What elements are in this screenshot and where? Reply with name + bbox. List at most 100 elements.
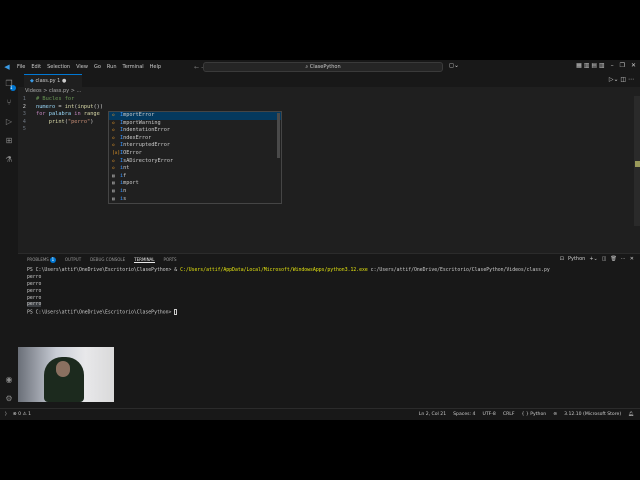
- code-editor[interactable]: 1 # Bucles for 2 numero = int(input()) 3 for …: [18, 96, 103, 134]
- terminal-shell-label[interactable]: Python: [568, 256, 585, 262]
- panel-tab-label: OUTPUT: [64, 257, 82, 262]
- run-debug-icon[interactable]: ▷: [0, 112, 18, 131]
- suggestion-label: f: [123, 172, 127, 179]
- breadcrumb[interactable]: Videos > class.py > ...: [25, 88, 81, 94]
- account-icon[interactable]: ◉: [0, 370, 18, 389]
- split-editor-icon[interactable]: ◫: [620, 76, 626, 83]
- menu-terminal[interactable]: Terminal: [123, 64, 144, 70]
- keyword-icon: ▤: [112, 181, 115, 187]
- python-interpreter[interactable]: 3.12.10 (Microsoft Store): [564, 412, 621, 417]
- source-control-icon[interactable]: ⑂: [0, 93, 18, 112]
- encoding[interactable]: UTF-8: [482, 412, 495, 417]
- code-token: # Bucles for: [36, 96, 75, 102]
- terminal-icon: ⊡: [559, 256, 564, 262]
- restore-button[interactable]: ❐: [620, 62, 625, 69]
- code-line[interactable]: 2 numero = int(input()): [18, 104, 103, 112]
- code-line[interactable]: 3 for palabra in range: [18, 111, 103, 119]
- activity-bar: ❐ 1 ⑂ ▷ ⊞ ⚗ ◉ ⚙: [0, 74, 18, 408]
- indentation[interactable]: Spaces: 4: [453, 412, 475, 417]
- unsaved-dot-icon[interactable]: ●: [62, 78, 66, 84]
- panel-actions: ⊡ Python +⌄ ◫ 🗑 ⋯ ✕: [560, 256, 634, 262]
- code-token: for: [36, 111, 49, 118]
- terminal-output-line: perro: [27, 288, 42, 294]
- panel-tab-output[interactable]: OUTPUT: [65, 257, 81, 263]
- class-icon: ◇: [112, 143, 115, 149]
- line-number: 4: [22, 118, 26, 125]
- terminal-output-line: perro: [27, 274, 42, 280]
- terminal-output[interactable]: PS C:\Users\attif\OneDrive\Escritorio\Cl…: [27, 268, 550, 316]
- terminal-prompt: PS C:\Users\attif\OneDrive\Escritorio\Cl…: [27, 268, 175, 273]
- suggestion-label: ndexError: [123, 134, 152, 141]
- suggestion-item[interactable]: ◇ IndentationError: [109, 127, 281, 135]
- more-actions-icon[interactable]: ⋯: [628, 76, 634, 83]
- more-icon[interactable]: ⋯: [621, 256, 626, 262]
- menu-edit[interactable]: Edit: [31, 64, 41, 70]
- terminal-prompt: PS C:\Users\attif\OneDrive\Escritorio\Cl…: [27, 310, 175, 316]
- suggestion-label: nterruptedError: [123, 142, 170, 149]
- minimize-button[interactable]: –: [611, 62, 614, 69]
- command-center-search[interactable]: ⌕ ClasePython: [203, 62, 443, 72]
- panel-tabs: PROBLEMS 1 OUTPUT DEBUG CONSOLE TERMINAL PORT…: [27, 257, 177, 263]
- suggestion-widget: ◇ ImportError ◇ ImportWarning ◇ IndentationEr…: [108, 111, 282, 204]
- code-token: palabra: [48, 111, 75, 118]
- trash-icon[interactable]: 🗑: [610, 256, 616, 262]
- settings-gear-icon[interactable]: ⚙: [0, 389, 18, 408]
- layout-icon[interactable]: ▦ ▥ ▤ ▥: [576, 62, 604, 69]
- copilot-icon[interactable]: ◻⌄: [449, 62, 459, 69]
- code-line[interactable]: 5: [18, 126, 103, 134]
- suggestion-item[interactable]: ◇ ImportError: [109, 112, 281, 120]
- suggestion-item[interactable]: ◇ IndexError: [109, 135, 281, 143]
- code-token: ): [99, 103, 104, 110]
- cursor-position[interactable]: Ln 2, Col 21: [419, 412, 446, 417]
- line-number: 5: [22, 126, 26, 133]
- close-button[interactable]: ✕: [631, 62, 636, 69]
- new-terminal-icon[interactable]: +⌄: [589, 256, 597, 262]
- panel-tab-debug-console[interactable]: DEBUG CONSOLE: [90, 257, 125, 263]
- problems-status[interactable]: ⊗ 0 ⚠ 1: [13, 412, 31, 417]
- testing-icon[interactable]: ⚗: [0, 150, 18, 169]
- suggestion-label: ndentationError: [123, 127, 170, 134]
- menu-run[interactable]: Run: [107, 64, 117, 70]
- suggestion-item[interactable]: ▤ i mport: [109, 180, 281, 188]
- code-line[interactable]: 4 print("perro"): [18, 119, 103, 127]
- panel-tab-label: PROBLEMS: [27, 257, 49, 262]
- terminal-output-line: perro: [27, 295, 42, 301]
- extensions-icon[interactable]: ⊞: [0, 131, 18, 150]
- run-icon[interactable]: ▷⌄: [609, 76, 619, 83]
- explorer-badge: 1: [10, 85, 16, 91]
- menu-view[interactable]: View: [76, 64, 88, 70]
- suggestion-item[interactable]: ◇ InterruptedError: [109, 142, 281, 150]
- suggestion-item[interactable]: ◇ i nt: [109, 165, 281, 173]
- editor-actions: ▷⌄ ◫ ⋯: [609, 76, 634, 83]
- terminal-cursor: [174, 309, 178, 316]
- panel-tab-terminal[interactable]: TERMINAL: [134, 257, 155, 263]
- suggestion-item[interactable]: [x] I OError: [109, 150, 281, 158]
- minimap[interactable]: [634, 96, 640, 226]
- suggestion-item[interactable]: ▤ i f: [109, 173, 281, 181]
- line-ending[interactable]: CRLF: [503, 412, 515, 417]
- suggestion-item[interactable]: ▤ i n: [109, 188, 281, 196]
- panel-tab-ports[interactable]: PORTS: [164, 257, 177, 263]
- suggestion-item[interactable]: ▤ i s: [109, 196, 281, 204]
- menu-go[interactable]: Go: [94, 64, 101, 70]
- menu-help[interactable]: Help: [150, 64, 161, 70]
- language-mode[interactable]: { } Python: [521, 412, 546, 417]
- minimap-slider[interactable]: [635, 161, 640, 167]
- menu-file[interactable]: File: [17, 64, 25, 70]
- code-line[interactable]: 1 # Bucles for: [18, 96, 103, 104]
- close-panel-icon[interactable]: ✕: [630, 256, 634, 262]
- notifications-bell-icon[interactable]: 🔔︎: [628, 412, 634, 417]
- class-icon: ◇: [112, 158, 115, 164]
- split-terminal-icon[interactable]: ◫: [602, 256, 607, 262]
- tab-class-py[interactable]: ◆ class.py 1 ●: [24, 74, 82, 87]
- suggestion-item[interactable]: ◇ ImportWarning: [109, 120, 281, 128]
- suggestion-label: OError: [123, 149, 142, 156]
- suggestion-scrollbar[interactable]: [277, 113, 280, 158]
- suggestion-item[interactable]: ◇ IsADirectoryError: [109, 158, 281, 166]
- menu-selection[interactable]: Selection: [47, 64, 70, 70]
- terminal-output-line: perro: [27, 302, 42, 308]
- panel-tab-problems[interactable]: PROBLEMS 1: [27, 257, 56, 263]
- suggestion-label: mport: [123, 180, 139, 187]
- remote-icon[interactable]: ⟩: [5, 412, 7, 417]
- explorer-icon[interactable]: ❐: [0, 74, 18, 93]
